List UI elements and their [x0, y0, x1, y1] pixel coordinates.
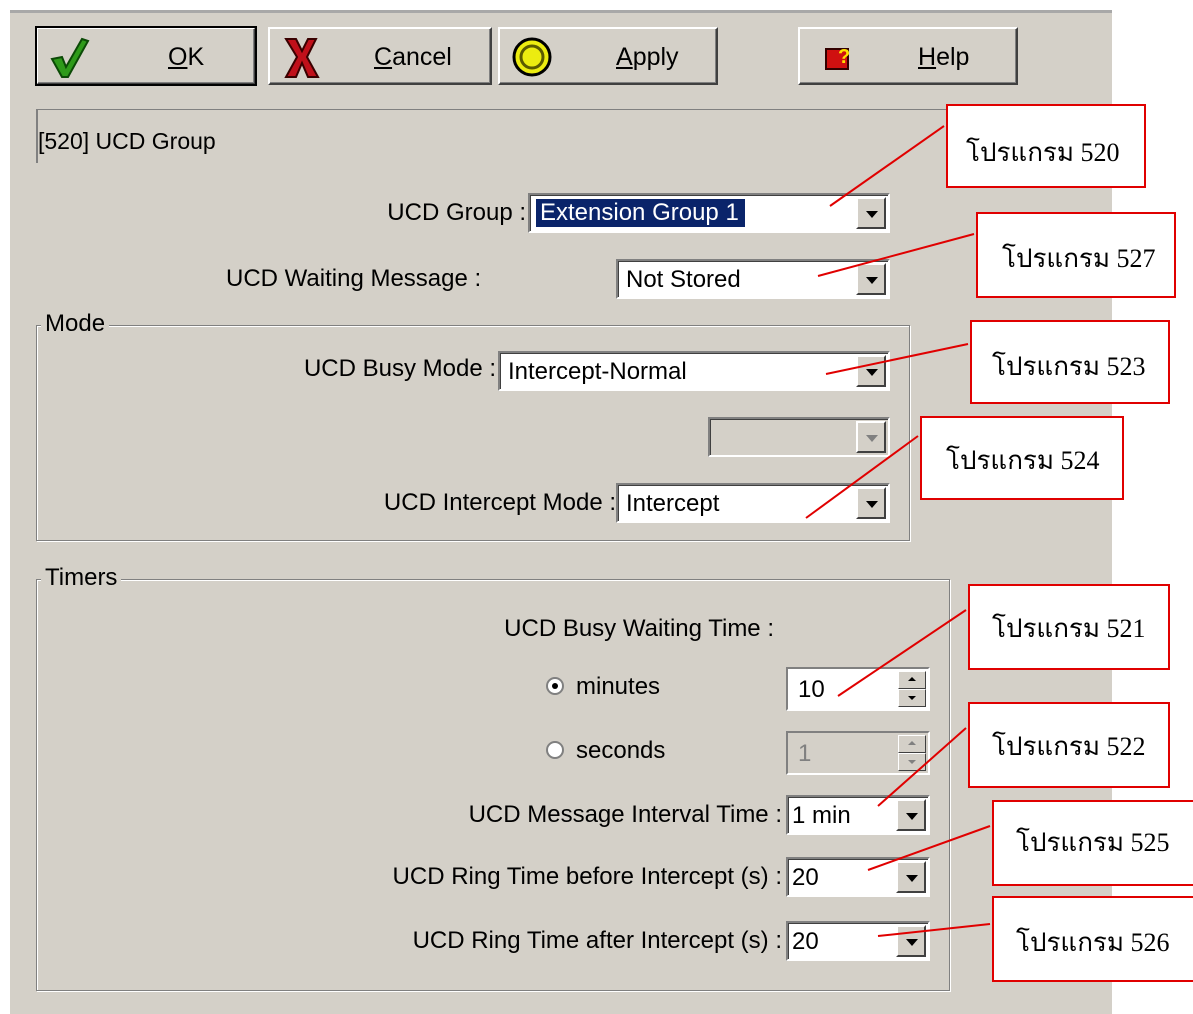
- spin-down-icon: [898, 753, 926, 771]
- ring-before-select[interactable]: 20: [786, 857, 930, 897]
- message-interval-value: 1 min: [792, 802, 851, 829]
- message-interval-select[interactable]: 1 min: [786, 795, 930, 835]
- annotation-526: โปรแกรม 526: [992, 896, 1193, 982]
- annotation-525: โปรแกรม 525: [992, 800, 1193, 886]
- apply-label: Apply: [616, 43, 679, 71]
- waiting-message-select[interactable]: Not Stored: [616, 259, 890, 299]
- chevron-down-icon[interactable]: [896, 861, 926, 893]
- chevron-down-icon: [856, 421, 886, 453]
- spin-buttons: [898, 735, 926, 771]
- mode-legend: Mode: [41, 310, 110, 338]
- chevron-down-icon[interactable]: [896, 799, 926, 831]
- annotation-523-text: โปรแกรม 523: [992, 352, 1146, 381]
- chevron-down-icon[interactable]: [896, 925, 926, 957]
- annotation-521-text: โปรแกรม 521: [992, 614, 1146, 643]
- annotation-525-text: โปรแกรม 525: [1016, 828, 1170, 857]
- intercept-mode-label: UCD Intercept Mode :: [383, 489, 616, 516]
- annotation-524: โปรแกรม 524: [920, 416, 1124, 500]
- cancel-label: Cancel: [374, 43, 452, 71]
- busy-waiting-label: UCD Busy Waiting Time :: [504, 615, 774, 642]
- page-title: [520] UCD Group: [36, 109, 1022, 163]
- ring-before-label: UCD Ring Time before Intercept (s) :: [392, 863, 782, 890]
- intercept-mode-select[interactable]: Intercept: [616, 483, 890, 523]
- busy-mode-sub-select: [708, 417, 890, 457]
- waiting-message-value: Not Stored: [626, 266, 741, 293]
- spin-up-icon[interactable]: [898, 671, 926, 689]
- annotation-526-text: โปรแกรม 526: [1016, 928, 1170, 957]
- minutes-label: minutes: [576, 673, 661, 700]
- annotation-523: โปรแกรม 523: [970, 320, 1170, 404]
- apply-button[interactable]: Apply: [498, 27, 718, 85]
- spin-up-icon: [898, 735, 926, 753]
- seconds-radio[interactable]: [546, 741, 564, 759]
- help-icon: ?: [825, 46, 850, 70]
- seconds-value: 1: [798, 740, 812, 767]
- checkmark-icon: [50, 37, 90, 78]
- chevron-down-icon[interactable]: [856, 263, 886, 295]
- ok-label: OK: [168, 43, 205, 71]
- minutes-value: 10: [798, 676, 825, 703]
- intercept-mode-value: Intercept: [626, 490, 720, 517]
- ring-after-select[interactable]: 20: [786, 921, 930, 961]
- spin-down-icon[interactable]: [898, 689, 926, 707]
- busy-mode-select[interactable]: Intercept-Normal: [498, 351, 890, 391]
- annotation-521: โปรแกรม 521: [968, 584, 1170, 670]
- red-x-icon: [284, 38, 320, 78]
- help-button[interactable]: ? Help: [798, 27, 1018, 85]
- annotation-520: โปรแกรม 520: [946, 104, 1146, 188]
- minutes-spinner[interactable]: 10: [786, 667, 930, 711]
- minutes-radio[interactable]: [546, 677, 564, 695]
- annotation-520-text: โปรแกรม 520: [966, 138, 1120, 167]
- ok-button[interactable]: OK: [35, 26, 257, 86]
- ring-before-value: 20: [792, 864, 819, 891]
- help-label: Help: [918, 43, 970, 71]
- annotation-522-text: โปรแกรม 522: [992, 732, 1146, 761]
- apply-circle-icon: [512, 37, 552, 77]
- spin-buttons[interactable]: [898, 671, 926, 707]
- seconds-spinner: 1: [786, 731, 930, 775]
- annotation-527-text: โปรแกรม 527: [1002, 244, 1156, 273]
- ucd-group-value: Extension Group 1: [535, 198, 746, 228]
- ucd-group-label: UCD Group :: [387, 199, 526, 226]
- chevron-down-icon[interactable]: [856, 487, 886, 519]
- message-interval-label: UCD Message Interval Time :: [468, 801, 782, 828]
- svg-text:?: ?: [838, 46, 850, 68]
- ring-after-label: UCD Ring Time after Intercept (s) :: [412, 927, 782, 954]
- busy-mode-value: Intercept-Normal: [508, 358, 687, 385]
- ring-after-value: 20: [792, 928, 819, 955]
- annotation-527: โปรแกรม 527: [976, 212, 1176, 298]
- ucd-group-select[interactable]: Extension Group 1: [528, 193, 890, 233]
- chevron-down-icon[interactable]: [856, 355, 886, 387]
- cancel-button[interactable]: Cancel: [268, 27, 492, 85]
- annotation-522: โปรแกรม 522: [968, 702, 1170, 788]
- chevron-down-icon[interactable]: [856, 197, 886, 229]
- waiting-message-label: UCD Waiting Message :: [226, 265, 482, 292]
- annotation-524-text: โปรแกรม 524: [946, 446, 1100, 475]
- timers-legend: Timers: [41, 564, 122, 592]
- busy-mode-label: UCD Busy Mode :: [303, 355, 496, 382]
- seconds-label: seconds: [576, 737, 666, 764]
